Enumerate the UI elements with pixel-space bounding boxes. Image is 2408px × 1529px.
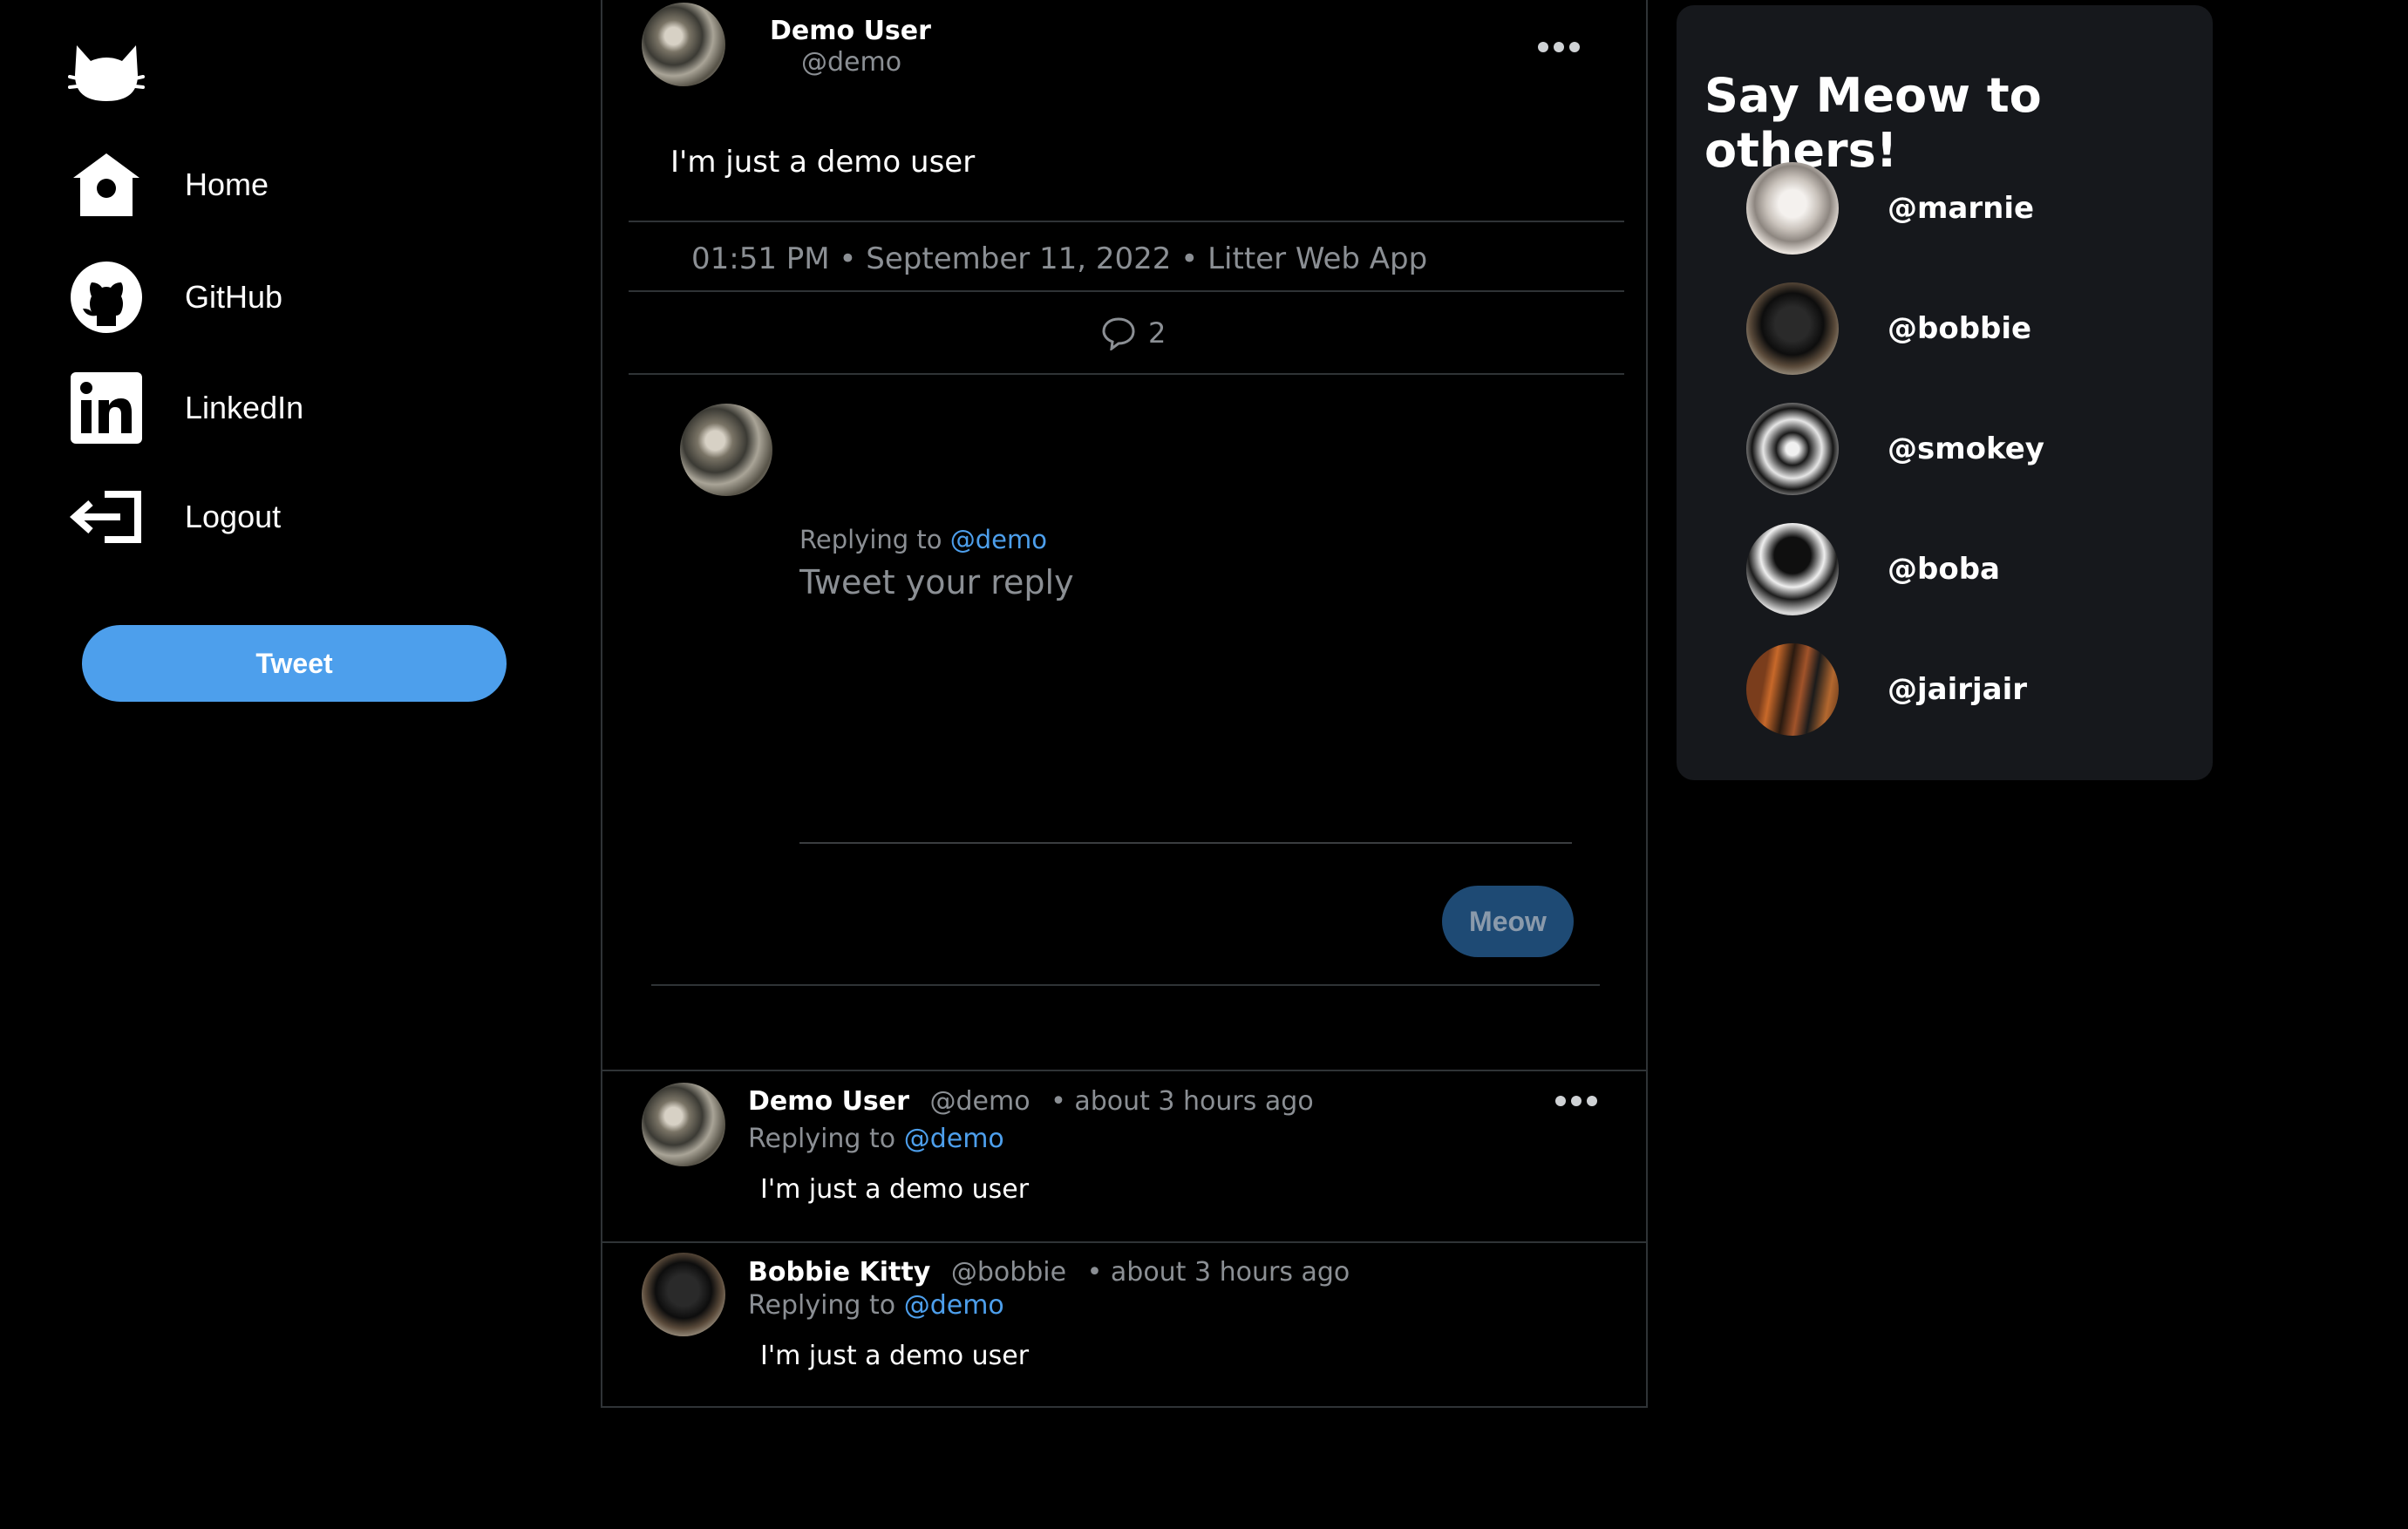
reply-avatar[interactable]: [642, 1083, 725, 1166]
post-author-name[interactable]: Demo User: [770, 16, 931, 46]
suggestion-handle: @jairjair: [1888, 672, 2028, 707]
reply-author-handle[interactable]: @bobbie: [951, 1257, 1066, 1288]
reply-author-name[interactable]: Demo User: [748, 1086, 909, 1117]
replying-to-label: Replying to: [748, 1290, 896, 1321]
nav-item-linkedin[interactable]: LinkedIn: [70, 369, 303, 447]
reply-text: I'm just a demo user: [760, 1341, 1030, 1371]
suggestion-item-jairjair[interactable]: @jairjair: [1746, 643, 2027, 736]
post-author-avatar[interactable]: [642, 3, 725, 86]
suggestion-avatar: [1746, 282, 1839, 375]
post-author-handle[interactable]: @demo: [801, 47, 901, 78]
suggestion-item-bobbie[interactable]: @bobbie: [1746, 282, 2031, 375]
reply-more-options-icon[interactable]: [1555, 1096, 1597, 1106]
suggestion-handle: @bobbie: [1888, 311, 2032, 346]
suggestion-handle: @smokey: [1888, 432, 2044, 466]
composer-avatar: [680, 404, 772, 496]
suggestion-item-boba[interactable]: @boba: [1746, 523, 2000, 615]
divider: [629, 221, 1624, 222]
replying-to-handle-link[interactable]: @demo: [950, 525, 1047, 554]
nav-item-github[interactable]: GitHub: [70, 258, 282, 336]
linkedin-icon: [70, 371, 143, 445]
list-item[interactable]: Demo User @demo • about 3 hours ago Repl…: [602, 1071, 1646, 1240]
post-more-options-icon[interactable]: [1538, 42, 1580, 52]
reply-input[interactable]: [799, 563, 1572, 844]
composer-replying-to: Replying to @demo: [799, 525, 1047, 554]
divider: [629, 290, 1624, 292]
suggestion-avatar: [1746, 162, 1839, 255]
suggestion-avatar: [1746, 643, 1839, 736]
github-icon: [70, 261, 143, 334]
comment-bubble-icon: [1102, 317, 1135, 350]
reply-count-button[interactable]: 2: [1101, 316, 1166, 350]
suggestion-item-marnie[interactable]: @marnie: [1746, 162, 2034, 255]
cat-head-icon[interactable]: [68, 42, 145, 105]
list-item[interactable]: Bobbie Kitty @bobbie • about 3 hours ago…: [602, 1243, 1646, 1406]
suggestion-avatar: [1746, 523, 1839, 615]
reply-text: I'm just a demo user: [760, 1174, 1030, 1205]
nav-item-home[interactable]: Home: [70, 146, 269, 224]
birdhouse-icon: [70, 148, 143, 221]
post-meta: 01:51 PM • September 11, 2022 • Litter W…: [691, 241, 1428, 276]
post-text: I'm just a demo user: [670, 145, 976, 180]
nav-label-home: Home: [185, 166, 269, 202]
main-thread: Demo User @demo I'm just a demo user 01:…: [601, 0, 1648, 1408]
replying-to-handle-link[interactable]: @demo: [904, 1290, 1004, 1321]
tweet-button[interactable]: Tweet: [82, 625, 507, 702]
nav-label-github: GitHub: [185, 279, 283, 315]
nav-item-logout[interactable]: Logout: [70, 478, 281, 556]
replying-to-label: Replying to: [799, 525, 942, 554]
meow-button[interactable]: Meow: [1442, 886, 1574, 957]
divider: [651, 984, 1600, 986]
replying-to-handle-link[interactable]: @demo: [904, 1124, 1004, 1154]
logout-arrow-icon: [70, 480, 143, 554]
reply-author-handle[interactable]: @demo: [929, 1086, 1030, 1117]
divider: [629, 373, 1624, 375]
reply-timestamp: • about 3 hours ago: [1086, 1257, 1350, 1288]
reply-count: 2: [1148, 316, 1167, 350]
reply-timestamp: • about 3 hours ago: [1051, 1086, 1314, 1117]
replying-to-label: Replying to: [748, 1124, 896, 1154]
suggestion-handle: @marnie: [1888, 191, 2035, 226]
nav-label-linkedin: LinkedIn: [185, 390, 304, 425]
suggestion-item-smokey[interactable]: @smokey: [1746, 403, 2044, 495]
suggestion-avatar: [1746, 403, 1839, 495]
nav-label-logout: Logout: [185, 499, 282, 534]
reply-avatar[interactable]: [642, 1253, 725, 1336]
suggestion-handle: @boba: [1888, 552, 2000, 587]
suggestions-panel: Say Meow to others! @marnie @bobbie @smo…: [1677, 5, 2213, 780]
reply-author-name[interactable]: Bobbie Kitty: [748, 1257, 930, 1288]
